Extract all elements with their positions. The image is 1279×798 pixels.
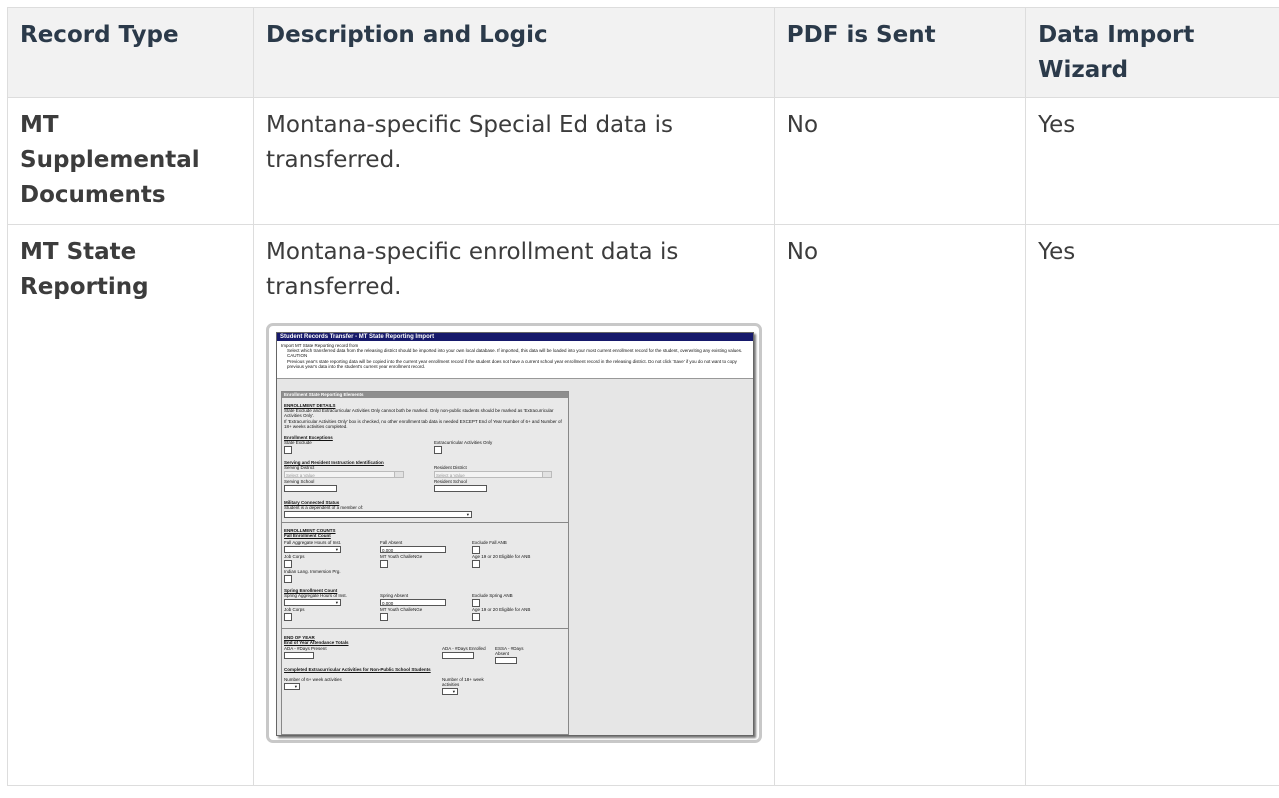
- spring-youth-challenge-label: MT Youth ChalleNGe: [380, 607, 423, 612]
- job-corps-checkbox[interactable]: [284, 560, 293, 568]
- state-exclude-label: State Exclude: [284, 440, 312, 445]
- spring-hours-label: Spring Aggregate Hours of Inst.: [284, 593, 347, 598]
- fall-hours-select[interactable]: ▾: [284, 546, 342, 553]
- spring-hours-select[interactable]: ▾: [284, 599, 342, 606]
- num-6plus-label: Number of 6+ week activities: [284, 677, 342, 682]
- extracurricular-checkbox[interactable]: [434, 446, 443, 454]
- resident-school-input[interactable]: [434, 485, 488, 492]
- pdf-sent-cell: No: [773, 224, 1027, 786]
- fall-absent-input[interactable]: 0.000: [380, 546, 447, 553]
- serving-school-input[interactable]: [284, 485, 338, 492]
- exclude-fall-checkbox[interactable]: [472, 546, 481, 554]
- chevron-down-icon: ▾: [335, 547, 339, 552]
- spring-job-corps-checkbox[interactable]: [284, 613, 293, 621]
- shot-title-bar: Student Records Transfer - MT State Repo…: [277, 333, 754, 341]
- youth-challenge-label: MT Youth ChalleNGe: [380, 554, 423, 559]
- indian-lang-checkbox[interactable]: [284, 575, 293, 583]
- num-18plus-select[interactable]: ▾: [442, 688, 459, 695]
- fall-absent-label: Fall Absent: [380, 540, 403, 545]
- chevron-down-icon: ▾: [335, 600, 339, 605]
- description-cell: Montana-specific enrollment data is tran…: [253, 224, 775, 786]
- age-eligible-checkbox[interactable]: [472, 560, 481, 568]
- resident-district-placeholder: Select a Value: [436, 473, 465, 478]
- state-reporting-panel: Enrollment State Reporting Elements ENRO…: [281, 391, 570, 735]
- details-text-2: If 'Extracurricular Activities Only' box…: [284, 419, 562, 429]
- exclude-spring-checkbox[interactable]: [472, 599, 481, 607]
- serving-district-label: Serving District: [284, 465, 315, 470]
- spring-age-eligible-label: Age 19 or 20 Eligible for ANB: [472, 607, 531, 612]
- header-record-type: Record Type: [6, 7, 255, 98]
- spring-age-eligible-checkbox[interactable]: [472, 613, 481, 621]
- ada-present-label: ADA - #Days Present: [284, 646, 327, 651]
- extracurricular-label: Extracurricular Activities Only: [434, 440, 493, 445]
- record-type-cell: MT State Reporting: [6, 224, 255, 786]
- page: Record Type Description and Logic PDF is…: [0, 0, 1279, 798]
- attendance-totals-heading: End of Year Attendance Totals: [284, 640, 349, 645]
- essa-absent-input[interactable]: [495, 657, 518, 664]
- table-row: MT State Reporting Montana-specific enro…: [6, 224, 1279, 786]
- ada-enrolled-input[interactable]: [442, 652, 475, 659]
- ada-enrolled-label: ADA - #Days Enrolled: [442, 646, 486, 651]
- exclude-fall-label: Exclude Fall ANB: [472, 540, 507, 545]
- num-18plus-label: Number of 18+ week activities: [442, 677, 484, 687]
- job-corps-label: Job Corps: [284, 554, 305, 559]
- ada-present-input[interactable]: [284, 652, 315, 659]
- chevron-down-icon: ▾: [452, 689, 456, 694]
- description-cell: Montana-specific Special Ed data is tran…: [253, 97, 775, 225]
- exclude-spring-label: Exclude Spring ANB: [472, 593, 513, 598]
- shot-body: Enrollment State Reporting Elements ENRO…: [277, 379, 753, 735]
- shot-import-line2: Select which transferred data from the r…: [287, 348, 743, 354]
- divider: [282, 522, 569, 523]
- divider: [282, 628, 569, 629]
- embedded-screenshot: Student Records Transfer - MT State Repo…: [276, 332, 755, 736]
- spring-youth-challenge-checkbox[interactable]: [380, 613, 389, 621]
- spring-absent-label: Spring Absent: [380, 593, 409, 598]
- table-header-row: Record Type Description and Logic PDF is…: [6, 7, 1279, 98]
- import-wizard-cell: Yes: [1025, 97, 1279, 225]
- pdf-sent-cell: No: [773, 97, 1027, 225]
- indian-lang-label: Indian Lang. Immersion Prg.: [284, 569, 341, 574]
- serving-district-placeholder: Select a Value: [286, 473, 315, 478]
- description-text: Montana-specific enrollment data is tran…: [266, 239, 679, 300]
- age-eligible-label: Age 19 or 20 Eligible for ANB: [472, 554, 531, 559]
- serving-district-select[interactable]: Select a Value: [284, 471, 405, 478]
- resident-school-label: Resident School: [434, 479, 467, 484]
- spring-absent-input[interactable]: 0.000: [380, 599, 447, 606]
- shot-import-notice: Import MT State Reporting record from Se…: [277, 341, 754, 379]
- state-exclude-checkbox[interactable]: [284, 446, 293, 454]
- fall-count-heading: Fall Enrollment Count: [284, 533, 331, 538]
- serving-school-label: Serving School: [284, 479, 315, 484]
- record-type-cell: MT Supplemental Documents: [6, 97, 255, 225]
- spring-job-corps-label: Job Corps: [284, 607, 305, 612]
- import-wizard-cell: Yes: [1025, 224, 1279, 786]
- completed-activities-heading: Completed Extracurricular Activities for…: [284, 667, 431, 672]
- details-text-1: State Exclude and Extracurricular Activi…: [284, 408, 554, 418]
- dropdown-button: [394, 472, 404, 477]
- header-import-wizard: Data Import Wizard: [1025, 7, 1279, 98]
- youth-challenge-checkbox[interactable]: [380, 560, 389, 568]
- table-row: MT Supplemental Documents Montana-specif…: [6, 97, 1279, 225]
- chevron-down-icon: ▾: [466, 512, 470, 517]
- header-pdf-sent: PDF is Sent: [773, 7, 1027, 98]
- chevron-down-icon: ▾: [294, 684, 298, 689]
- panel-title: Enrollment State Reporting Elements: [282, 392, 569, 398]
- dropdown-button: [542, 472, 552, 477]
- military-select[interactable]: ▾: [284, 511, 473, 518]
- essa-absent-label: ESSA - #Days Absent: [495, 646, 524, 656]
- header-description: Description and Logic: [253, 7, 775, 98]
- screenshot-frame: Student Records Transfer - MT State Repo…: [266, 323, 763, 743]
- fall-hours-label: Fall Aggregate Hours of Inst.: [284, 540, 342, 545]
- resident-district-label: Resident District: [434, 465, 467, 470]
- num-6plus-select[interactable]: ▾: [284, 683, 301, 690]
- record-types-table: Record Type Description and Logic PDF is…: [6, 7, 1279, 786]
- resident-district-select[interactable]: Select a Value: [434, 471, 553, 478]
- shot-caution-text: Previous year's state reporting data wil…: [287, 358, 737, 369]
- military-text: Student is a dependent of a member of:: [284, 505, 364, 510]
